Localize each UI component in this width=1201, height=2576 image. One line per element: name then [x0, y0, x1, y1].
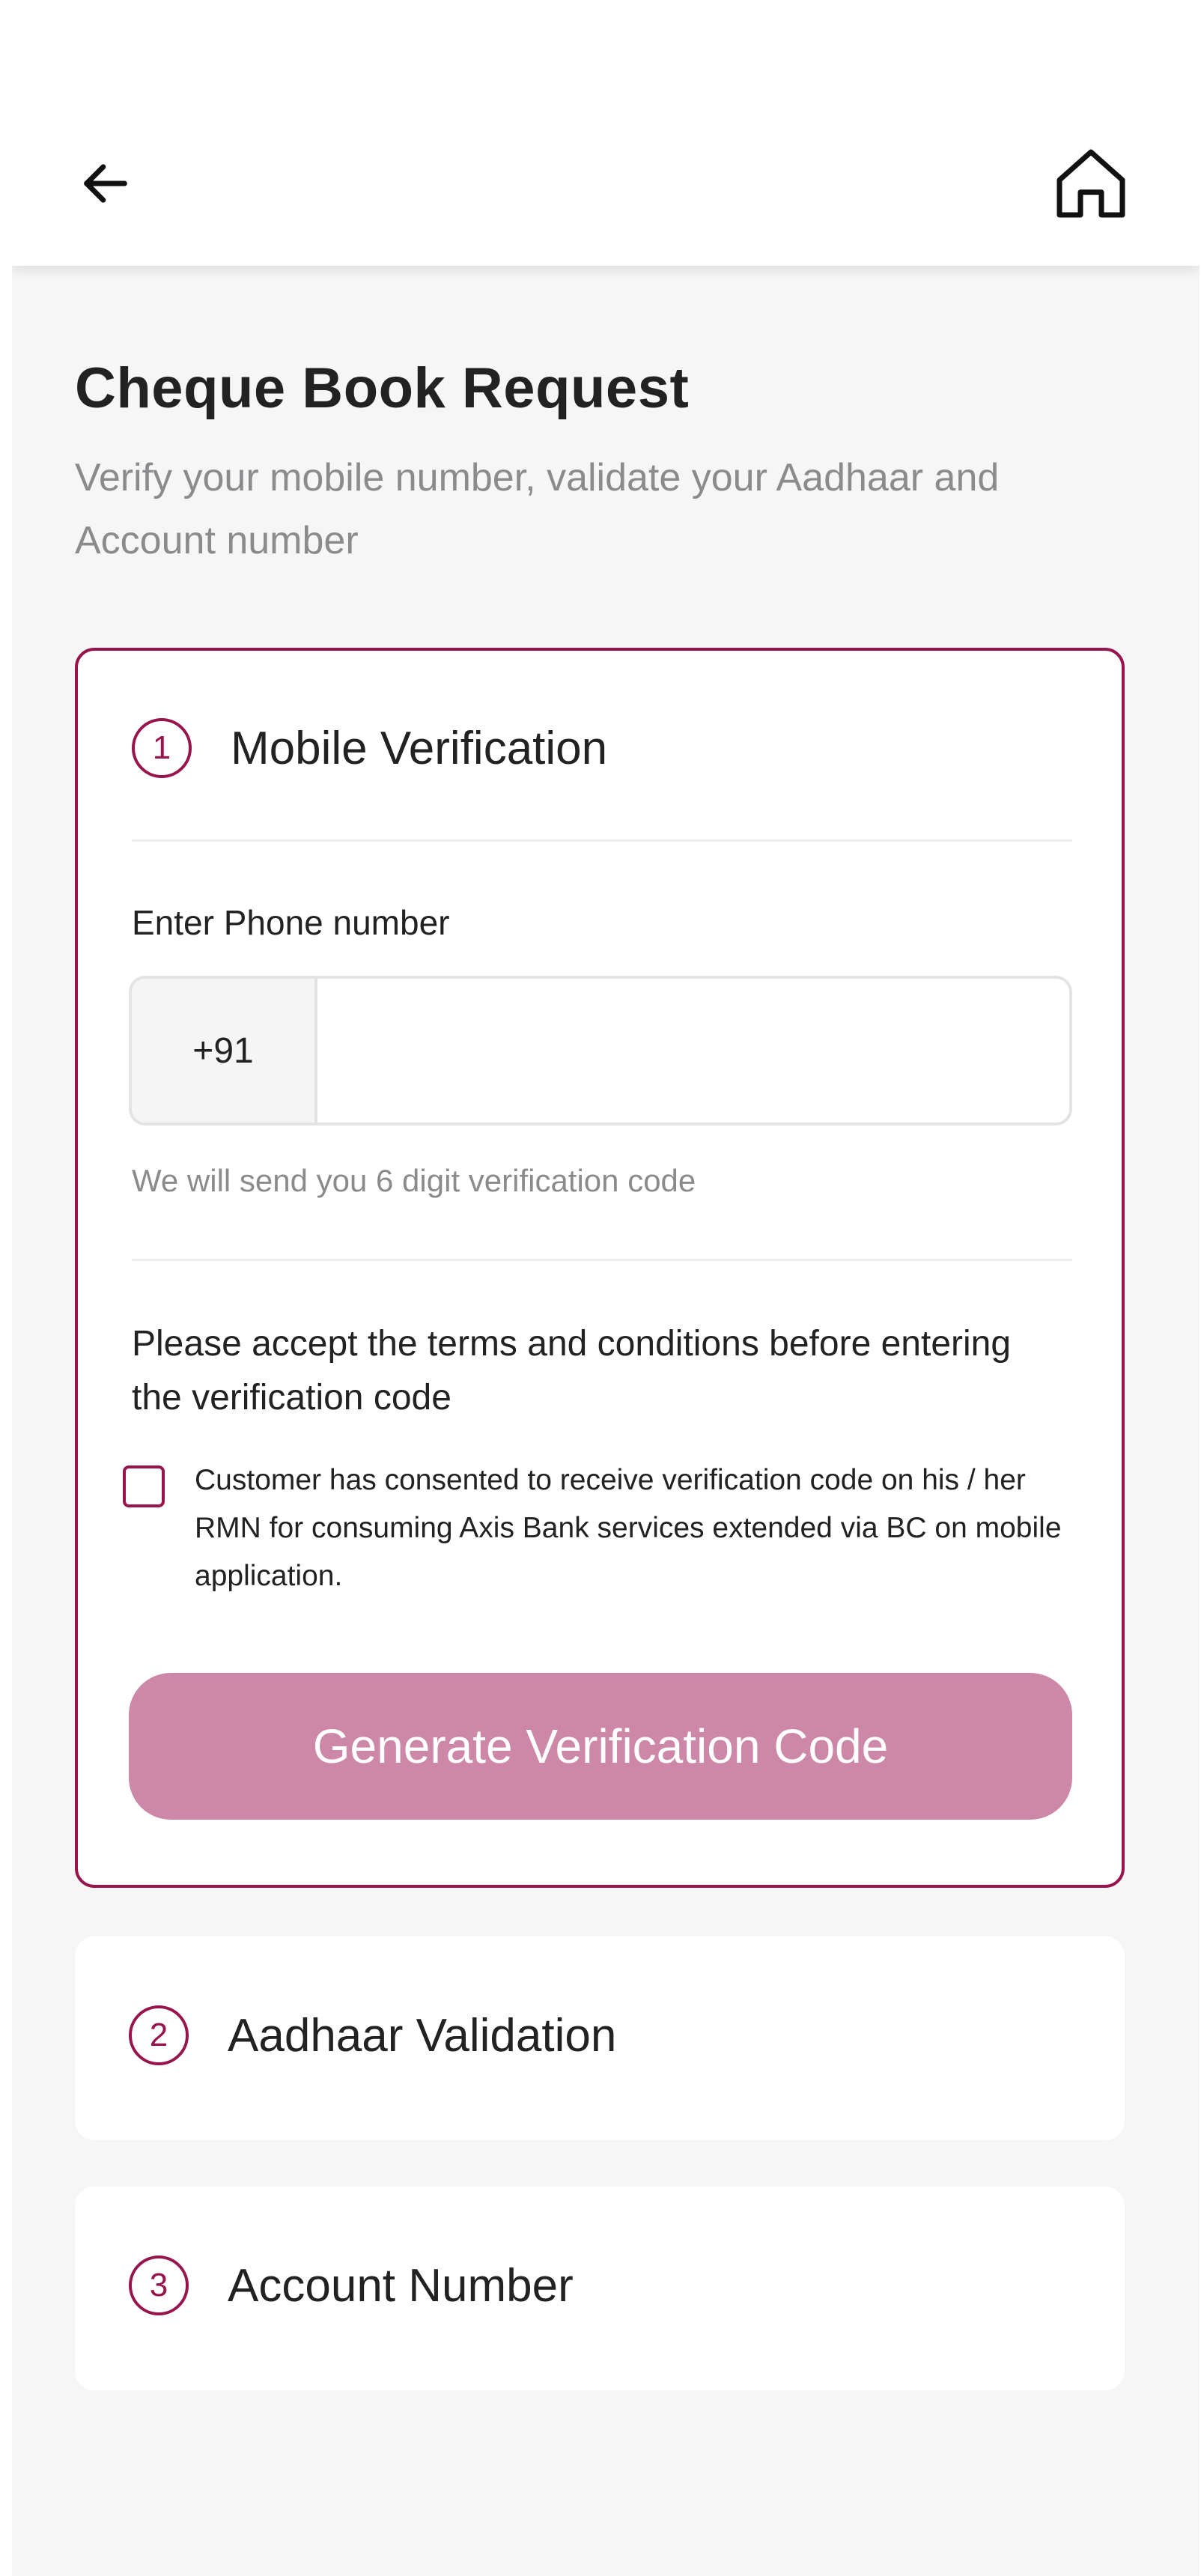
app-screen: Cheque Book Request Verify your mobile n… — [12, 0, 1200, 2576]
phone-number-field: +91 — [129, 976, 1072, 1126]
country-code-prefix: +91 — [132, 979, 317, 1123]
consent-checkbox[interactable] — [123, 1465, 165, 1507]
mobile-verification-card: 1 Mobile Verification Enter Phone number… — [75, 648, 1125, 1888]
phone-field-label: Enter Phone number — [132, 903, 450, 942]
generate-verification-code-button[interactable]: Generate Verification Code — [129, 1673, 1072, 1820]
divider — [132, 839, 1072, 842]
step-title: Account Number — [228, 2259, 574, 2312]
top-app-bar — [12, 0, 1200, 266]
home-button[interactable] — [1042, 135, 1140, 232]
arrow-left-icon — [84, 164, 127, 203]
step-title: Aadhaar Validation — [228, 2009, 617, 2062]
phone-helper-text: We will send you 6 digit verification co… — [132, 1163, 696, 1198]
step-title: Mobile Verification — [231, 722, 608, 774]
step-header-account-number: 3 Account Number — [129, 2255, 574, 2315]
step-header-aadhaar-validation: 2 Aadhaar Validation — [129, 2005, 616, 2065]
home-icon — [1056, 149, 1125, 218]
phone-number-input[interactable] — [317, 979, 1069, 1123]
terms-heading: Please accept the terms and conditions b… — [132, 1324, 1012, 1418]
aadhaar-validation-card[interactable]: 2 Aadhaar Validation — [75, 1936, 1125, 2140]
step-header-mobile-verification[interactable]: 1 Mobile Verification — [132, 718, 607, 778]
step-number-badge: 2 — [129, 2005, 189, 2065]
step-number-badge: 3 — [129, 2255, 189, 2315]
page-title: Cheque Book Request — [75, 356, 690, 420]
step-number-badge: 1 — [132, 718, 192, 778]
account-number-card[interactable]: 3 Account Number — [75, 2187, 1125, 2390]
divider — [132, 1259, 1072, 1261]
back-button[interactable] — [64, 142, 147, 225]
consent-text: Customer has consented to receive verifi… — [195, 1464, 1062, 1592]
page-subtitle: Verify your mobile number, validate your… — [75, 456, 1000, 562]
